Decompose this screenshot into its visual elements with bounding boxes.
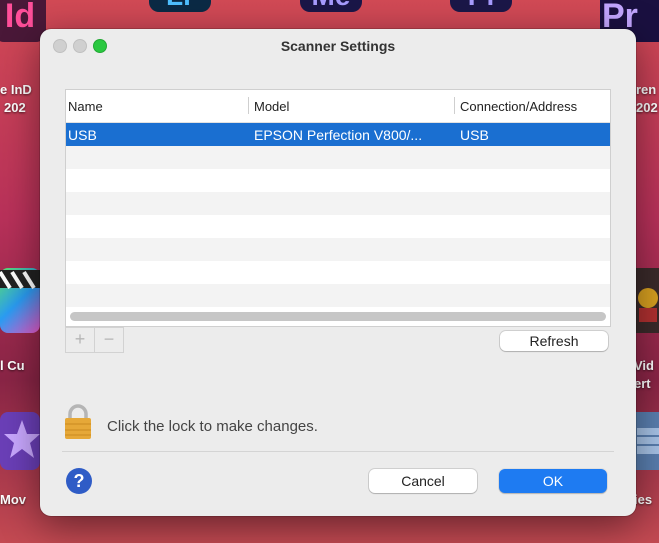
lightroom-icon-glyph: Lr: [166, 0, 194, 12]
film-reel-icon: [638, 288, 658, 322]
ok-button[interactable]: OK: [499, 469, 607, 493]
dialog-title: Scanner Settings: [280, 38, 396, 54]
desktop-label-right1: Vid: [634, 358, 654, 373]
clapper-app-icon[interactable]: [0, 268, 40, 333]
desktop-label-premiere: ren: [636, 82, 657, 97]
media-encoder-icon-glyph: Me: [312, 0, 351, 12]
desktop-label-indesign-year: 202: [4, 100, 26, 115]
table-row-empty: [66, 238, 610, 261]
help-button[interactable]: ?: [66, 468, 92, 494]
column-header-model[interactable]: Model: [254, 99, 289, 114]
right-app-icon-1[interactable]: [633, 268, 659, 333]
desktop-label-indesign: e InD: [0, 82, 32, 97]
column-header-connection[interactable]: Connection/Address: [460, 99, 577, 114]
cancel-button[interactable]: Cancel: [369, 469, 477, 493]
table-row-empty: [66, 284, 610, 307]
column-header-name[interactable]: Name: [68, 99, 103, 114]
right-app-icon-2[interactable]: [633, 412, 659, 470]
table-row-empty: [66, 261, 610, 284]
column-divider[interactable]: [248, 97, 249, 114]
cell-name: USB: [68, 127, 97, 143]
media-encoder-app-icon[interactable]: Me: [300, 0, 362, 12]
prelude-app-icon[interactable]: Pl: [450, 0, 512, 12]
table-row-empty: [66, 192, 610, 215]
indesign-icon-glyph: Id: [4, 0, 36, 35]
footer-divider: [62, 451, 614, 452]
cell-model: EPSON Perfection V800/...: [254, 127, 423, 143]
title-bar[interactable]: Scanner Settings: [40, 29, 636, 63]
star-camera-icon: [4, 420, 40, 458]
table-row[interactable]: USB EPSON Perfection V800/... USB: [66, 123, 610, 146]
table-header: Name Model Connection/Address: [66, 90, 610, 123]
scanner-settings-dialog: Scanner Settings Name Model Connection/A…: [40, 29, 636, 516]
remove-scanner-button[interactable]: −: [94, 327, 124, 353]
lock-message: Click the lock to make changes.: [107, 418, 318, 435]
cell-connection: USB: [460, 127, 489, 143]
clapperboard-icon: [0, 270, 40, 290]
film-strip-icon: [637, 428, 659, 454]
lock-icon: [65, 404, 91, 439]
desktop-label-left1: l Cu: [0, 358, 25, 373]
column-divider[interactable]: [454, 97, 455, 114]
lock-button[interactable]: [64, 404, 92, 440]
imovie-app-icon[interactable]: [0, 412, 40, 470]
scanner-table[interactable]: Name Model Connection/Address USB EPSON …: [65, 89, 611, 327]
table-row-empty: [66, 215, 610, 238]
desktop-label-premiere-year: 202: [636, 100, 658, 115]
desktop-label-right2: ies: [634, 492, 653, 507]
add-remove-control: + −: [65, 327, 125, 353]
table-row-empty: [66, 146, 610, 169]
desktop-label-left2: Mov: [0, 492, 26, 507]
refresh-button[interactable]: Refresh: [500, 331, 608, 351]
prelude-icon-glyph: Pl: [468, 0, 494, 12]
add-scanner-button[interactable]: +: [65, 327, 95, 353]
horizontal-scrollbar[interactable]: [70, 312, 606, 321]
table-row-empty: [66, 169, 610, 192]
lightroom-app-icon[interactable]: Lr: [149, 0, 211, 12]
desktop-label-right1b: ert: [634, 376, 651, 391]
